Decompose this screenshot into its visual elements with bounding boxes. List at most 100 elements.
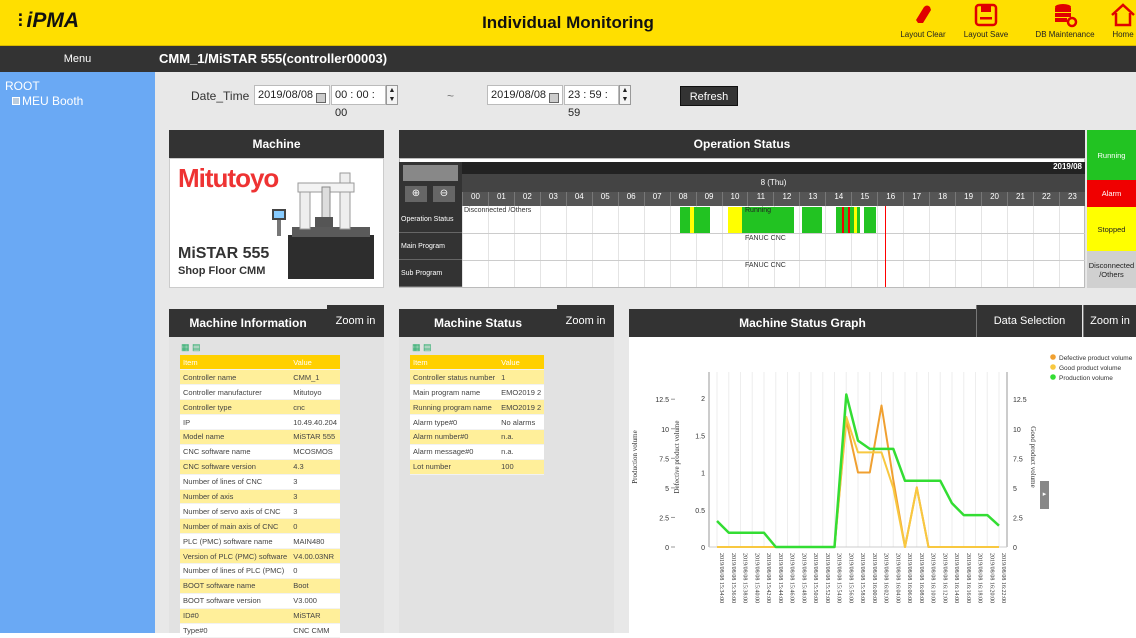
x-tick-label: 2019/08/08 16:18:00 <box>977 553 983 603</box>
x-tick-label: 2019/08/08 16:14:00 <box>953 553 959 603</box>
layout-save-label: Layout Save <box>963 30 1009 39</box>
value-cell: No alarms <box>498 414 545 430</box>
from-date-value: 2019/08/08 <box>258 89 314 101</box>
grid-line <box>955 206 957 287</box>
x-tick-label: 2019/08/08 15:52:00 <box>824 553 830 603</box>
tree-root[interactable]: ROOT <box>5 79 40 93</box>
grid-line <box>487 206 489 287</box>
table-row: Controller name CMM_1 <box>180 369 340 386</box>
from-time-field[interactable]: 00 : 00 : 00 <box>331 85 386 119</box>
machine-info-table: Item Value Controller name CMM_1 Controller … <box>180 355 340 638</box>
table-row: Version of PLC (PMC) software V4.00.03NR <box>180 548 340 564</box>
to-time-field[interactable]: 23 : 59 : 59 <box>564 85 619 119</box>
legend-alarm: Alarm <box>1087 180 1136 207</box>
x-tick-label: 2019/08/08 15:42:00 <box>765 553 771 603</box>
gantt-zoom-out-icon[interactable]: ⊕ <box>405 186 427 202</box>
hour-label: 14 <box>825 192 851 206</box>
machine-status-title: Machine Status <box>399 309 557 337</box>
value-cell: MCOSMOS <box>290 444 340 460</box>
tree-item-meu-booth[interactable]: MEU Booth <box>12 94 83 108</box>
chart-panel-toggle-icon[interactable]: ▸ <box>1040 481 1049 509</box>
y-tick-label: 2 <box>701 396 705 403</box>
main-program-text: FANUC CNC <box>745 235 786 242</box>
export-excel-icon[interactable]: ▦ <box>412 342 421 352</box>
save-icon <box>974 3 998 27</box>
graph-title: Machine Status Graph <box>629 309 976 337</box>
grid-line <box>1059 206 1061 287</box>
value-cell: 100 <box>498 459 545 475</box>
value-cell: CNC CMM <box>290 623 340 638</box>
table-row: Number of servo axis of CNC 3 <box>180 503 340 520</box>
db-maintenance-button[interactable]: DB Maintenance <box>1027 2 1103 44</box>
grid-line <box>513 206 515 287</box>
item-cell: Alarm type#0 <box>410 414 499 430</box>
hour-label: 13 <box>799 192 825 206</box>
to-time-spinner[interactable]: ▲ ▼ <box>619 85 631 105</box>
operation-status-title: Operation Status <box>399 130 1085 158</box>
legend-stopped: Stopped <box>1087 207 1136 251</box>
hour-label: 07 <box>643 192 670 206</box>
machine-status-zoom-button[interactable]: Zoom in <box>557 305 614 337</box>
y-tick-label: 0 <box>665 545 669 552</box>
gantt-running-text: Running <box>745 207 772 214</box>
export-csv-icon[interactable]: ▤ <box>192 342 201 352</box>
item-cell: Number of servo axis of CNC <box>180 503 291 520</box>
export-excel-icon[interactable]: ▦ <box>181 342 190 352</box>
table-row: CNC software version 4.3 <box>180 459 340 475</box>
export-icons[interactable]: ▦ ▤ <box>412 342 432 353</box>
export-icons[interactable]: ▦ ▤ <box>181 342 201 353</box>
legend-disconnected: Disconnected /Others <box>1087 251 1136 288</box>
layout-clear-button[interactable]: Layout Clear <box>888 2 958 44</box>
y-axis-label: Production volume <box>631 430 639 483</box>
data-selection-button[interactable]: Data Selection <box>976 305 1082 337</box>
gantt-disconnected-text: Disconnected /Others <box>464 207 532 214</box>
value-cell: 1 <box>498 369 545 386</box>
gantt-hours: 00 01 02 03 04 05 06 07 08 09 10 11 12 13 14 15 16 17 18 19… <box>462 192 1085 206</box>
from-time-spinner[interactable]: ▲ ▼ <box>386 85 398 105</box>
expand-box-icon <box>12 97 20 105</box>
gantt-scroll-bar[interactable] <box>403 165 458 181</box>
grid-line <box>981 206 983 287</box>
calendar-icon[interactable] <box>316 90 326 108</box>
grid-line <box>565 206 567 287</box>
y-tick-label: 1.5 <box>695 433 705 440</box>
hour-label: 02 <box>513 192 540 206</box>
calendar-icon[interactable] <box>549 90 559 108</box>
x-tick-label: 2019/08/08 16:04:00 <box>894 553 900 603</box>
item-cell: ID#0 <box>180 608 291 624</box>
item-cell: Alarm message#0 <box>410 444 499 460</box>
running-block <box>802 207 822 233</box>
grid-line <box>617 206 619 287</box>
hour-label: 12 <box>773 192 799 206</box>
item-cell: IP <box>180 414 291 430</box>
table-row: PLC (PMC) software name MAIN480 <box>180 533 340 550</box>
gantt-zoom-in-icon[interactable]: ⊖ <box>433 186 455 202</box>
item-cell: Number of main axis of CNC <box>180 518 291 535</box>
machine-info-zoom-button[interactable]: Zoom in <box>327 305 384 337</box>
layout-save-button[interactable]: Layout Save <box>951 2 1021 44</box>
item-cell: CNC software name <box>180 444 291 460</box>
item-cell: Alarm number#0 <box>410 429 499 445</box>
hour-label: 18 <box>929 192 955 206</box>
item-cell: Number of axis <box>180 489 291 505</box>
table-row: Number of lines of PLC (PMC) 0 <box>180 563 340 579</box>
value-cell: Value <box>498 355 545 371</box>
export-csv-icon[interactable]: ▤ <box>423 342 432 352</box>
y-tick-label: 12.5 <box>1013 397 1027 404</box>
graph-zoom-button[interactable]: Zoom in <box>1083 305 1136 337</box>
hour-label: 10 <box>721 192 748 206</box>
table-row: CNC software name MCOSMOS <box>180 444 340 460</box>
y-tick-label: 12.5 <box>655 397 669 404</box>
row-divider <box>462 260 1085 261</box>
value-cell: EMO2019 2 <box>498 399 545 416</box>
menu-header[interactable]: Menu <box>0 46 155 72</box>
y-tick-label: 5 <box>1013 486 1017 493</box>
refresh-button[interactable]: Refresh <box>680 86 738 106</box>
sub-program-text: FANUC CNC <box>745 262 786 269</box>
home-button[interactable]: Home <box>1110 2 1136 44</box>
x-tick-label: 2019/08/08 16:12:00 <box>941 553 947 603</box>
legend-marker <box>1049 373 1057 381</box>
machine-info-title: Machine Information <box>169 309 327 337</box>
value-cell: cnc <box>290 399 340 416</box>
hour-label: 06 <box>617 192 644 206</box>
